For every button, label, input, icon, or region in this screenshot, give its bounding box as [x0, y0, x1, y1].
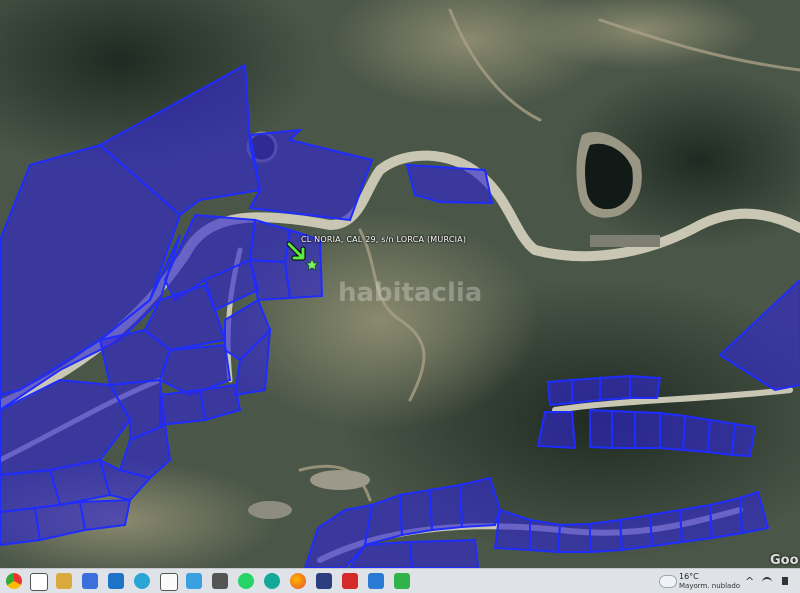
wifi-icon[interactable] — [762, 577, 772, 587]
parcel[interactable] — [599, 374, 631, 402]
parcel[interactable] — [678, 503, 714, 544]
cloud-icon — [659, 575, 677, 588]
firefox-icon[interactable] — [290, 573, 306, 589]
app-icon[interactable] — [316, 573, 332, 589]
parcel[interactable] — [159, 388, 207, 427]
chrome-icon[interactable] — [6, 573, 22, 589]
parcel[interactable] — [0, 506, 42, 547]
map-attribution: Goo — [770, 553, 799, 568]
clearing — [248, 501, 292, 519]
parcel[interactable] — [730, 422, 757, 458]
parcel[interactable] — [611, 409, 636, 449]
parcel[interactable] — [629, 374, 662, 399]
parcel[interactable] — [398, 488, 434, 537]
media-icon[interactable] — [160, 573, 178, 591]
parcel[interactable] — [529, 518, 562, 554]
windows-taskbar: 16°C Mayorm. nublado ^ — [0, 568, 800, 593]
parcel[interactable] — [589, 518, 624, 554]
parcel[interactable] — [428, 483, 464, 532]
tray-chevron-icon[interactable]: ^ — [745, 575, 754, 588]
sapp-icon[interactable] — [368, 573, 384, 589]
parcel[interactable] — [706, 418, 737, 457]
parcel[interactable] — [556, 522, 591, 553]
parcel[interactable] — [408, 538, 480, 568]
network-icon[interactable] — [186, 573, 202, 589]
watermark-logo: habitaclia — [338, 278, 483, 308]
clearing — [310, 470, 370, 490]
parcel[interactable] — [681, 414, 712, 454]
parcel[interactable] — [618, 513, 654, 552]
taskview-icon[interactable] — [30, 573, 48, 591]
file-explorer-icon[interactable] — [56, 573, 72, 589]
parcel[interactable] — [405, 163, 494, 205]
parcel[interactable] — [708, 496, 744, 540]
speaker-icon[interactable] — [782, 577, 788, 585]
parcel[interactable] — [248, 258, 292, 302]
weather-description: Mayorm. nublado — [679, 582, 741, 590]
parcel[interactable] — [659, 411, 687, 452]
satellite-map[interactable]: CL NORIA, CAL 29, s/n LORCA (MURCIA) hab… — [0, 0, 800, 568]
parcel[interactable] — [589, 408, 613, 450]
parcel[interactable] — [536, 411, 577, 450]
parcel[interactable] — [546, 378, 573, 407]
parcel[interactable] — [78, 498, 132, 532]
building — [590, 235, 660, 247]
parcel[interactable] — [648, 508, 684, 548]
weather-temperature: 16°C — [679, 572, 699, 581]
green-app-icon[interactable] — [394, 573, 410, 589]
whatsapp-icon[interactable] — [238, 573, 254, 589]
acrobat-icon[interactable] — [342, 573, 358, 589]
parcel[interactable] — [571, 376, 601, 405]
property-address-label: CL NORIA, CAL 29, s/n LORCA (MURCIA) — [301, 235, 467, 244]
edge-icon[interactable] — [108, 573, 124, 589]
store-icon[interactable] — [82, 573, 98, 589]
files-icon[interactable] — [134, 573, 150, 589]
parcel[interactable] — [634, 410, 661, 449]
meet-icon[interactable] — [264, 573, 280, 589]
app-icon[interactable] — [212, 573, 228, 589]
